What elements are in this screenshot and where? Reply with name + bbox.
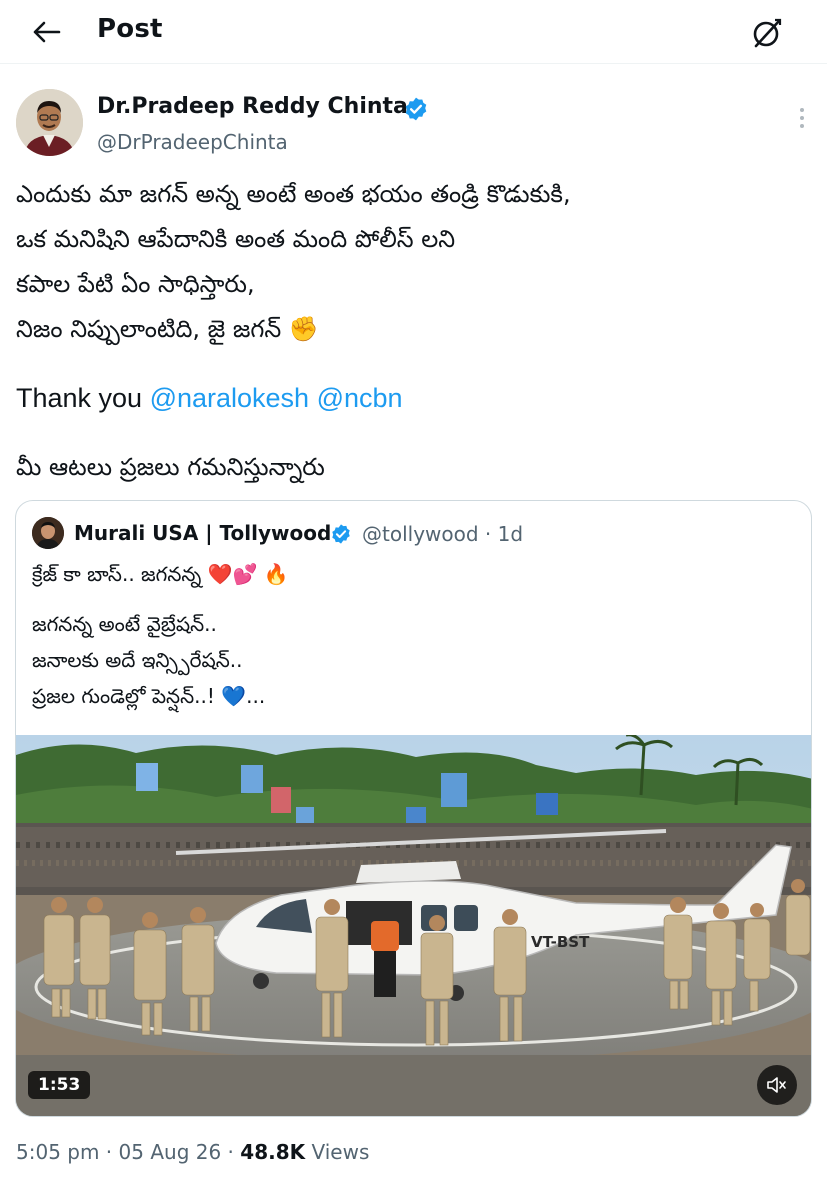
post-text-line: కపాల పేటి ఏం సాధిస్తారు, — [16, 270, 255, 298]
post-time[interactable]: 5:05 pm — [16, 1140, 99, 1164]
mention-naralokesh[interactable]: @naralokesh — [150, 383, 310, 413]
quote-author-avatar[interactable] — [32, 517, 64, 549]
quote-text-line: జగనన్న అంటే వైబ్రేషన్.. — [32, 612, 217, 636]
post-text-line: ఎందుకు మా జగన్ అన్న అంటే అంత భయం తండ్రి … — [16, 180, 571, 208]
mute-icon — [767, 1077, 786, 1093]
author-handle[interactable]: @DrPradeepChinta — [97, 130, 288, 154]
video-duration: 1:53 — [28, 1071, 91, 1099]
top-bar: Post — [0, 0, 827, 64]
verified-badge-icon — [332, 524, 350, 544]
post-text-line: ఒక మనిషిని ఆపేదానికి అంత మంది పోలీస్ లని — [16, 225, 456, 253]
views-count: 48.8K — [240, 1140, 306, 1164]
more-options-button[interactable] — [788, 104, 816, 132]
quote-handle[interactable]: @tollywood — [362, 522, 479, 546]
grok-button[interactable] — [744, 10, 790, 56]
page-title: Post — [97, 14, 163, 44]
author-name[interactable]: Dr.Pradeep Reddy Chinta — [97, 94, 408, 119]
police-officers — [16, 735, 811, 1116]
post-text-line: నిజం నిప్పులాంటిది, జై జగన్ ✊ — [16, 315, 319, 343]
quote-age: 1d — [497, 522, 524, 546]
views-label: Views — [311, 1140, 370, 1164]
closing-line: మీ ఆటలు ప్రజలు గమనిస్తున్నారు — [16, 453, 325, 481]
mention-ncbn[interactable]: @ncbn — [317, 383, 403, 413]
author-avatar[interactable] — [16, 89, 83, 156]
verified-badge-icon — [405, 97, 427, 121]
back-arrow-icon — [33, 21, 61, 43]
post-metadata: 5:05 pm · 05 Aug 26 · 48.8K Views — [16, 1140, 370, 1164]
quote-author-name[interactable]: Murali USA | Tollywood — [74, 521, 331, 545]
quote-text-line: ప్రజల గుండెల్లో పెన్షన్..! 💙... — [32, 684, 266, 708]
more-options-icon — [800, 108, 804, 128]
mute-button[interactable] — [757, 1065, 797, 1105]
quoted-post[interactable]: Murali USA | Tollywood @tollywood · 1d క… — [15, 500, 812, 1117]
video-player[interactable]: VT-BST 1:53 — [16, 735, 811, 1116]
thanks-prefix: Thank you — [16, 383, 150, 413]
grok-icon — [753, 18, 782, 48]
thanks-line: Thank you @naralokesh @ncbn — [16, 376, 816, 421]
back-button[interactable] — [24, 10, 68, 54]
post-text: ఎందుకు మా జగన్ అన్న అంటే అంత భయం తండ్రి … — [16, 172, 816, 490]
post-date[interactable]: 05 Aug 26 — [119, 1140, 222, 1164]
quote-text-line: జనాలకు అదే ఇన్స్పిరేషన్.. — [32, 648, 243, 672]
quote-author-handle: @tollywood · 1d — [362, 522, 524, 546]
quote-text: క్రేజ్ కా బాస్.. జగనన్న ❤️💕 🔥 జగనన్న అంట… — [32, 556, 792, 714]
quote-text-line: క్రేజ్ కా బాస్.. జగనన్న ❤️💕 🔥 — [32, 562, 289, 586]
